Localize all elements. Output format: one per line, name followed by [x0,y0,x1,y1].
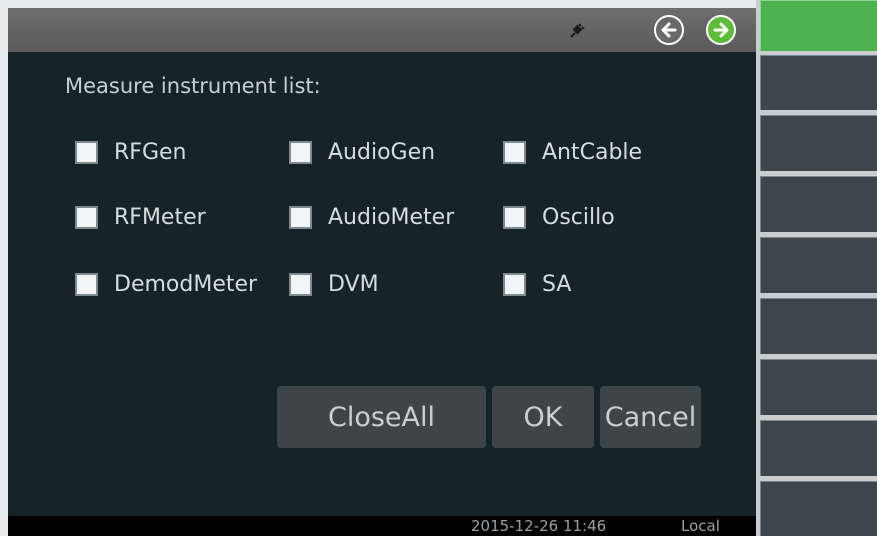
checkbox-label: RFMeter [114,204,206,230]
checkbox-rfgen[interactable]: RFGen [75,136,186,168]
checkbox-box[interactable] [75,205,98,229]
softkey-panel [756,0,877,536]
checkbox-box[interactable] [289,140,312,164]
checkbox-audiogen[interactable]: AudioGen [289,136,435,168]
checkbox-label: DVM [328,271,379,297]
forward-arrow-icon [713,22,729,38]
checkbox-label: Oscillo [542,204,615,230]
checkbox-demodmeter[interactable]: DemodMeter [75,268,257,300]
back-arrow-icon [661,22,677,38]
instrument-screen: Measure instrument list: RFGen AudioGen … [0,0,877,536]
plug-icon [568,22,586,40]
checkbox-box[interactable] [289,272,312,296]
status-mode: Local [681,517,720,535]
checkbox-label: AudioGen [328,139,436,165]
title-bar [8,8,756,53]
checkbox-box[interactable] [503,140,526,164]
softkey-4[interactable] [760,176,877,232]
checkbox-box[interactable] [289,205,312,229]
checkbox-label: SA [542,271,572,297]
checkbox-sa[interactable]: SA [503,268,571,300]
softkey-6[interactable] [760,298,877,354]
cancel-button[interactable]: Cancel [600,386,701,448]
checkbox-dvm[interactable]: DVM [289,268,379,300]
checkbox-box[interactable] [503,272,526,296]
checkbox-box[interactable] [75,140,98,164]
close-all-button[interactable]: CloseAll [277,386,486,448]
back-arrow-button[interactable] [654,15,684,45]
softkey-9[interactable] [760,481,877,536]
checkbox-label: AntCable [542,139,643,165]
status-bar: 2015-12-26 11:46 Local [8,516,756,536]
checkbox-audiometer[interactable]: AudioMeter [289,201,454,233]
softkey-8[interactable] [760,420,877,476]
softkey-5[interactable] [760,237,877,293]
checkbox-oscillo[interactable]: Oscillo [503,201,615,233]
checkbox-label: RFGen [114,139,187,165]
status-datetime: 2015-12-26 11:46 [471,517,607,535]
checkbox-antcable[interactable]: AntCable [503,136,642,168]
softkey-7[interactable] [760,359,877,415]
checkbox-label: DemodMeter [114,271,258,297]
instrument-list-dialog: Measure instrument list: RFGen AudioGen … [8,52,756,516]
forward-arrow-button[interactable] [706,15,736,45]
checkbox-rfmeter[interactable]: RFMeter [75,201,206,233]
softkey-3[interactable] [760,115,877,171]
softkey-2[interactable] [760,55,877,110]
checkbox-box[interactable] [503,205,526,229]
checkbox-box[interactable] [75,272,98,296]
dialog-title: Measure instrument list: [65,74,321,98]
checkbox-label: AudioMeter [328,204,455,230]
softkey-1[interactable] [760,0,877,51]
ok-button[interactable]: OK [492,386,594,448]
